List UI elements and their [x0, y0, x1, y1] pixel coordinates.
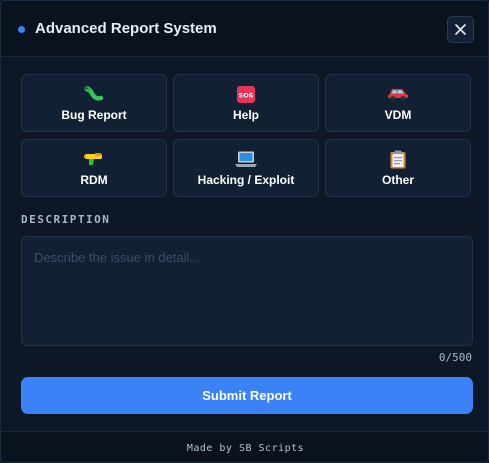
category-bug-report[interactable]: Bug Report — [21, 74, 167, 132]
category-help[interactable]: SOS Help — [173, 74, 319, 132]
category-label: Hacking / Exploit — [197, 173, 295, 187]
character-counter: 0/500 — [438, 351, 472, 364]
category-label: Bug Report — [61, 108, 127, 122]
modal-title: Advanced Report System — [35, 20, 217, 37]
category-label: RDM — [80, 173, 108, 187]
footer: Made by SB Scripts — [1, 431, 488, 462]
modal-header: Advanced Report System — [1, 1, 488, 57]
close-icon — [455, 24, 466, 35]
category-grid: Bug Report SOS Help VDM RDM Hacking / Ex… — [21, 74, 473, 197]
bug-icon — [84, 84, 104, 104]
sos-icon-text: SOS — [239, 91, 254, 99]
category-label: Help — [232, 108, 259, 122]
category-hacking-exploit[interactable]: Hacking / Exploit — [173, 139, 319, 197]
sos-icon: SOS — [237, 84, 255, 104]
submit-report-button[interactable]: Submit Report — [21, 377, 473, 414]
footer-credit: Made by SB Scripts — [186, 443, 305, 454]
status-dot-icon — [18, 26, 25, 33]
category-rdm[interactable]: RDM — [21, 139, 167, 197]
category-label: Other — [381, 173, 414, 187]
category-other[interactable]: Other — [325, 139, 471, 197]
laptop-icon — [235, 149, 257, 169]
category-label: VDM — [384, 108, 412, 122]
close-button[interactable] — [447, 16, 474, 43]
car-icon — [387, 84, 409, 104]
water-pistol-icon — [84, 149, 104, 169]
report-modal: Advanced Report System Bug Report SOS He… — [0, 0, 489, 463]
description-input[interactable] — [21, 236, 473, 346]
category-vdm[interactable]: VDM — [325, 74, 471, 132]
clipboard-icon — [390, 149, 406, 169]
description-label: DESCRIPTION — [21, 213, 111, 226]
